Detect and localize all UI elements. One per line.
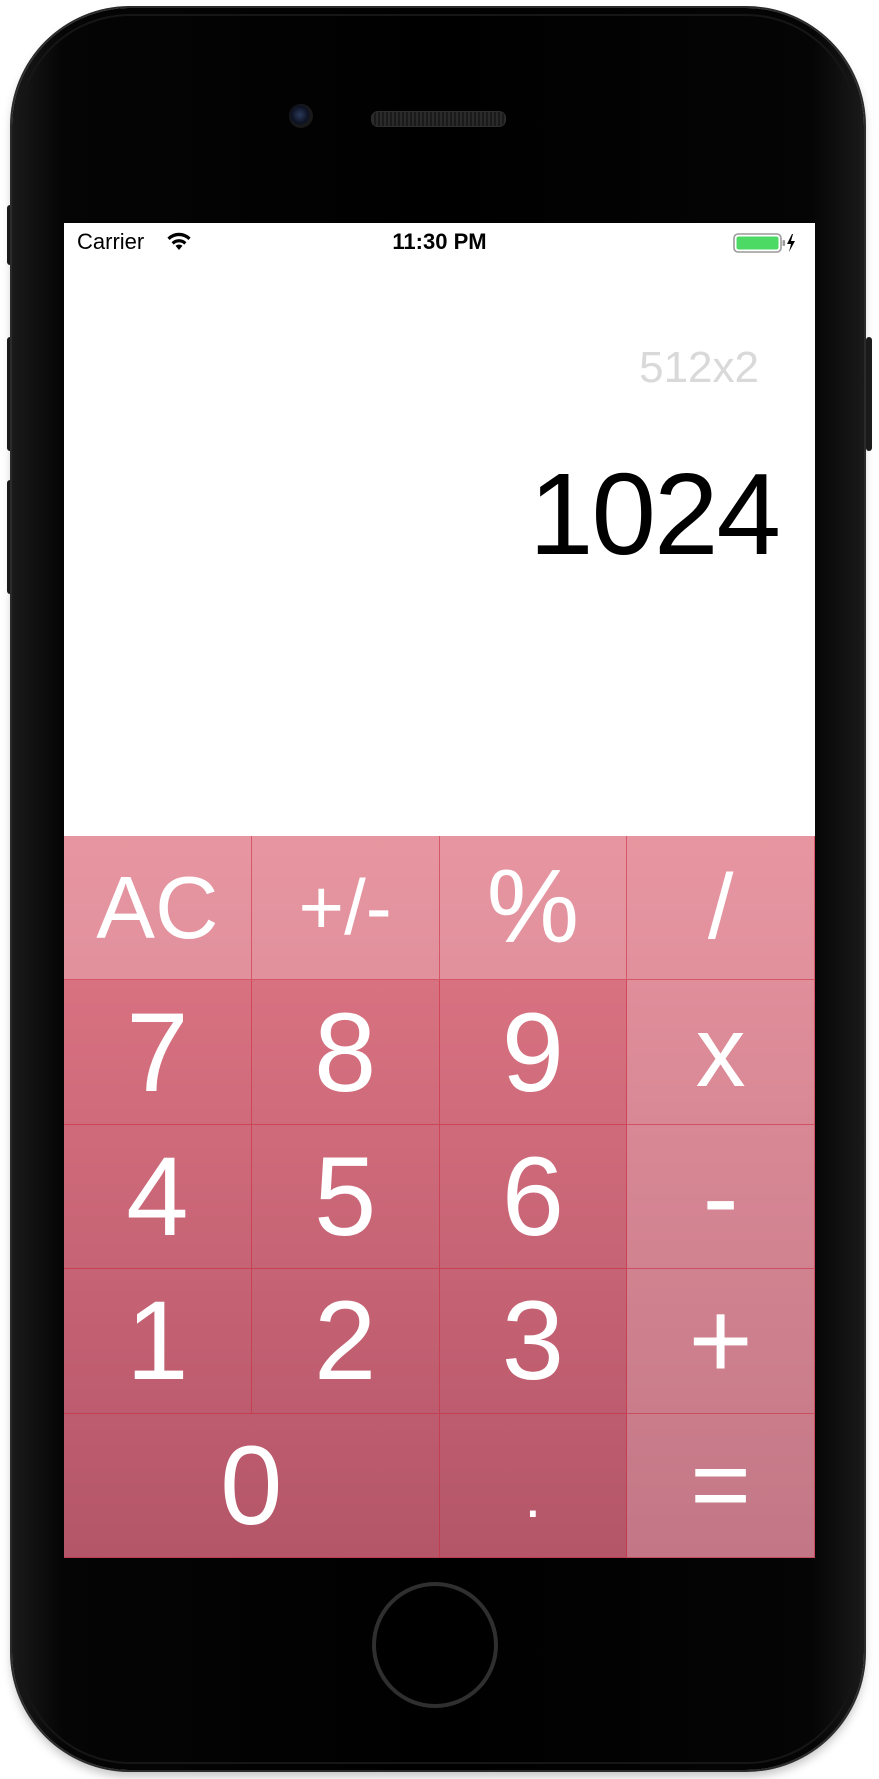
- digit-0-button[interactable]: 0: [64, 1413, 440, 1558]
- subtract-button[interactable]: -: [627, 1124, 815, 1270]
- add-button[interactable]: +: [627, 1269, 815, 1414]
- digit-9-button[interactable]: 9: [439, 980, 628, 1125]
- digit-6-button[interactable]: 6: [439, 1124, 628, 1270]
- digit-1-button[interactable]: 1: [64, 1269, 252, 1414]
- status-bar: Carrier 11:30 PM: [64, 223, 815, 263]
- front-camera-icon: [289, 104, 313, 128]
- digit-5-button[interactable]: 5: [251, 1124, 440, 1270]
- digit-8-button[interactable]: 8: [251, 980, 440, 1125]
- calculator-display: 512x2 1024: [64, 263, 815, 836]
- earpiece-speaker: [371, 111, 506, 127]
- app-screen: Carrier 11:30 PM 512x2 1024 AC +/- % / 7…: [64, 223, 815, 1558]
- clear-button[interactable]: AC: [64, 836, 252, 981]
- percent-button[interactable]: %: [439, 836, 628, 981]
- digit-2-button[interactable]: 2: [251, 1269, 440, 1414]
- power-button: [866, 337, 872, 451]
- keypad: AC +/- % / 7 8 9 x 4 5 6 - 1 2 3 + 0 . =: [64, 836, 815, 1558]
- digit-7-button[interactable]: 7: [64, 980, 252, 1125]
- expression-text: 512x2: [639, 343, 759, 392]
- result-text: 1024: [528, 449, 781, 579]
- digit-4-button[interactable]: 4: [64, 1124, 252, 1270]
- equals-button[interactable]: =: [627, 1413, 815, 1558]
- digit-3-button[interactable]: 3: [439, 1269, 628, 1414]
- sign-toggle-button[interactable]: +/-: [251, 836, 440, 981]
- device-frame-canvas: Carrier 11:30 PM 512x2 1024 AC +/- % / 7…: [0, 0, 879, 1779]
- home-button[interactable]: [372, 1582, 498, 1708]
- divide-button[interactable]: /: [627, 836, 815, 981]
- multiply-button[interactable]: x: [627, 980, 815, 1125]
- battery-charging-icon: [733, 233, 795, 253]
- decimal-point-button[interactable]: .: [439, 1413, 628, 1558]
- status-time: 11:30 PM: [392, 229, 487, 254]
